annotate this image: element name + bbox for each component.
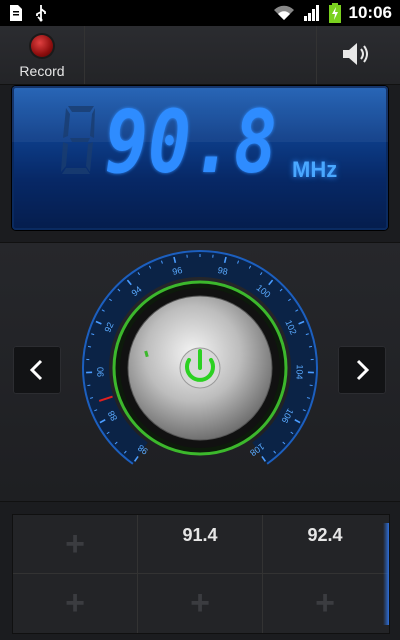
chevron-left-icon bbox=[29, 359, 43, 381]
dial-label: 90 bbox=[95, 367, 105, 377]
wifi-icon bbox=[273, 5, 294, 20]
tuning-dial[interactable]: 988890929496 98100102104106108 bbox=[80, 248, 320, 488]
speaker-button[interactable] bbox=[317, 26, 400, 84]
preset-slot-3[interactable]: 92.4 bbox=[263, 515, 387, 573]
dial-tick bbox=[308, 345, 313, 348]
record-button[interactable]: Record bbox=[0, 26, 84, 84]
next-station-button[interactable] bbox=[338, 346, 386, 394]
document-icon bbox=[10, 5, 22, 21]
dial-tick bbox=[87, 345, 92, 348]
signal-icon bbox=[303, 5, 319, 21]
preset-frequency: 91.4 bbox=[182, 524, 218, 545]
status-time: 10:06 bbox=[348, 3, 392, 22]
preset-slot-5[interactable]: + bbox=[138, 574, 262, 632]
frequency-digits: 90.8 bbox=[105, 100, 277, 180]
add-preset-icon: + bbox=[65, 584, 85, 622]
usb-icon bbox=[36, 5, 46, 22]
record-label: Record bbox=[19, 63, 65, 79]
preset-slot-6[interactable]: + bbox=[263, 574, 387, 632]
preset-slot-2[interactable]: 91.4 bbox=[138, 515, 262, 573]
preset-grid: + 91.4 92.4 + + + bbox=[12, 514, 390, 634]
ghost-digit bbox=[61, 106, 95, 174]
battery-charging-icon bbox=[328, 3, 341, 23]
frequency-value: 90.8 bbox=[105, 100, 277, 180]
prev-station-button[interactable] bbox=[13, 346, 61, 394]
frequency-unit: MHz bbox=[292, 157, 338, 182]
speaker-icon bbox=[343, 43, 368, 65]
top-toolbar: Record bbox=[0, 26, 400, 85]
add-preset-icon: + bbox=[315, 584, 335, 622]
add-preset-icon: + bbox=[65, 525, 85, 563]
preset-slot-1[interactable]: + bbox=[13, 515, 137, 573]
preset-slot-4[interactable]: + bbox=[13, 574, 137, 632]
record-icon bbox=[31, 35, 53, 57]
preset-frequency: 92.4 bbox=[307, 524, 343, 545]
chevron-right-icon bbox=[356, 359, 370, 381]
add-preset-icon: + bbox=[190, 584, 210, 622]
status-bar: 10:06 bbox=[0, 0, 400, 26]
dial-label: 104 bbox=[294, 364, 305, 379]
